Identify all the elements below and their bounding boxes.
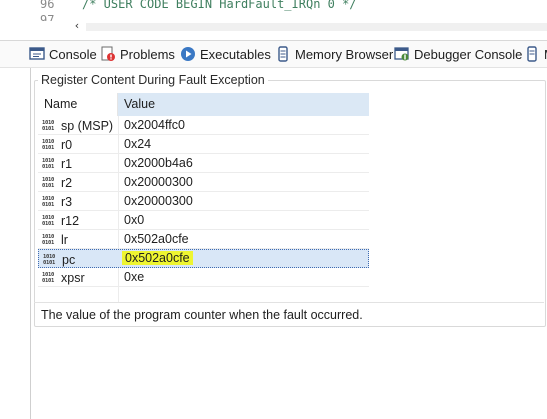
table-row[interactable]: 1010 0101 xpsr 0xe [38, 268, 369, 287]
register-name: r1 [61, 156, 73, 171]
register-name: r0 [61, 137, 73, 152]
view-left-border [30, 68, 31, 419]
binary-register-icon: 1010 0101 [42, 119, 55, 132]
register-value: 0xe [124, 270, 145, 284]
problems-icon [100, 46, 116, 62]
tab-console[interactable]: Console [29, 41, 97, 67]
column-divider [118, 268, 119, 287]
group-title: Register Content During Fault Exception [38, 73, 268, 87]
description-separator [34, 302, 544, 303]
column-divider [118, 173, 119, 192]
register-description: The value of the program counter when th… [41, 308, 363, 322]
tab-memory-overflow[interactable]: M [524, 41, 547, 67]
register-name-cell: 1010 0101 sp (MSP) [42, 116, 113, 135]
table-row-selected[interactable]: 1010 0101 pc 0x502a0cfe [38, 249, 369, 268]
column-header-name[interactable]: Name [38, 93, 118, 116]
register-name: pc [62, 252, 76, 267]
highlighted-value: 0x502a0cfe [122, 251, 193, 265]
register-name-cell: 1010 0101 lr [42, 230, 68, 249]
tab-executables[interactable]: Executables [180, 41, 271, 67]
register-name: r3 [61, 194, 73, 209]
tab-label: Executables [200, 46, 271, 62]
code-comment-line: /* USER CODE BEGIN HardFault_IRQn 0 */ [82, 0, 357, 11]
table-row[interactable]: 1010 0101 r12 0x0 [38, 211, 369, 230]
register-name-cell: 1010 0101 r1 [42, 154, 72, 173]
binary-register-icon: 1010 0101 [42, 195, 55, 208]
column-header-value[interactable]: Value [118, 93, 369, 116]
register-name: r12 [61, 213, 80, 228]
register-value: 0x502a0cfe [124, 232, 189, 246]
register-name-cell: 1010 0101 r0 [42, 135, 72, 154]
register-value: 0x2000b4a6 [124, 156, 193, 170]
column-divider [118, 192, 119, 211]
column-divider [118, 230, 119, 249]
column-divider [118, 135, 119, 154]
register-name: r2 [61, 175, 73, 190]
register-name: lr [61, 232, 68, 247]
column-divider [118, 287, 119, 303]
column-divider [118, 211, 119, 230]
table-row[interactable]: 1010 0101 r3 0x20000300 [38, 192, 369, 211]
register-name-cell: 1010 0101 xpsr [42, 268, 85, 287]
column-divider [118, 116, 119, 135]
register-name: xpsr [61, 270, 85, 285]
register-name-cell: 1010 0101 r2 [42, 173, 72, 192]
line-number: 97 [40, 13, 55, 21]
register-value: 0x24 [124, 137, 152, 151]
tab-problems[interactable]: Problems [100, 41, 175, 67]
horizontal-scrollbar[interactable] [86, 23, 547, 31]
binary-register-icon: 1010 0101 [42, 233, 55, 246]
table-row-empty [38, 287, 369, 303]
register-name: sp (MSP) [61, 118, 114, 133]
table-row[interactable]: 1010 0101 r0 0x24 [38, 135, 369, 154]
executables-icon [180, 46, 196, 62]
register-value: 0x502a0cfe [122, 249, 193, 268]
binary-register-icon: 1010 0101 [42, 157, 55, 170]
register-value: 0x2004ffc0 [124, 118, 185, 132]
register-value: 0x20000300 [124, 175, 193, 189]
binary-register-icon: 1010 0101 [42, 176, 55, 189]
tab-memory-browser[interactable]: Memory Browser [275, 41, 393, 67]
table-row[interactable]: 1010 0101 r2 0x20000300 [38, 173, 369, 192]
tab-debugger-console[interactable]: Debugger Console [394, 41, 522, 67]
register-value: 0x0 [124, 213, 145, 227]
register-name-cell: 1010 0101 pc [43, 250, 75, 269]
register-name-cell: 1010 0101 r12 [42, 211, 79, 230]
tab-label: Console [49, 46, 97, 62]
memory-icon [275, 46, 291, 62]
code-editor[interactable]: 96 97 /* USER CODE BEGIN HardFault_IRQn … [0, 0, 547, 41]
tab-label: Debugger Console [414, 46, 523, 62]
table-row[interactable]: 1010 0101 r1 0x2000b4a6 [38, 154, 369, 173]
tab-label: Memory Browser [295, 46, 394, 62]
binary-register-icon: 1010 0101 [42, 271, 55, 284]
register-table[interactable]: Name Value 1010 0101 sp (MSP) 0x2004ffc0 … [38, 93, 369, 303]
column-divider [118, 154, 119, 173]
register-value: 0x20000300 [124, 194, 193, 208]
register-name-cell: 1010 0101 r3 [42, 192, 72, 211]
line-number: 96 [40, 0, 55, 11]
console-icon [29, 46, 45, 62]
table-row[interactable]: 1010 0101 sp (MSP) 0x2004ffc0 [38, 116, 369, 135]
view-tab-bar: Console Problems Executables Memory Brow… [0, 41, 547, 68]
binary-register-icon: 1010 0101 [43, 253, 56, 266]
scroll-left-arrow-icon[interactable]: ‹ [70, 19, 84, 33]
binary-register-icon: 1010 0101 [42, 214, 55, 227]
table-row[interactable]: 1010 0101 lr 0x502a0cfe [38, 230, 369, 249]
tab-label: Problems [120, 46, 175, 62]
memory-icon [524, 46, 540, 62]
binary-register-icon: 1010 0101 [42, 138, 55, 151]
debugger-console-icon [394, 46, 410, 62]
